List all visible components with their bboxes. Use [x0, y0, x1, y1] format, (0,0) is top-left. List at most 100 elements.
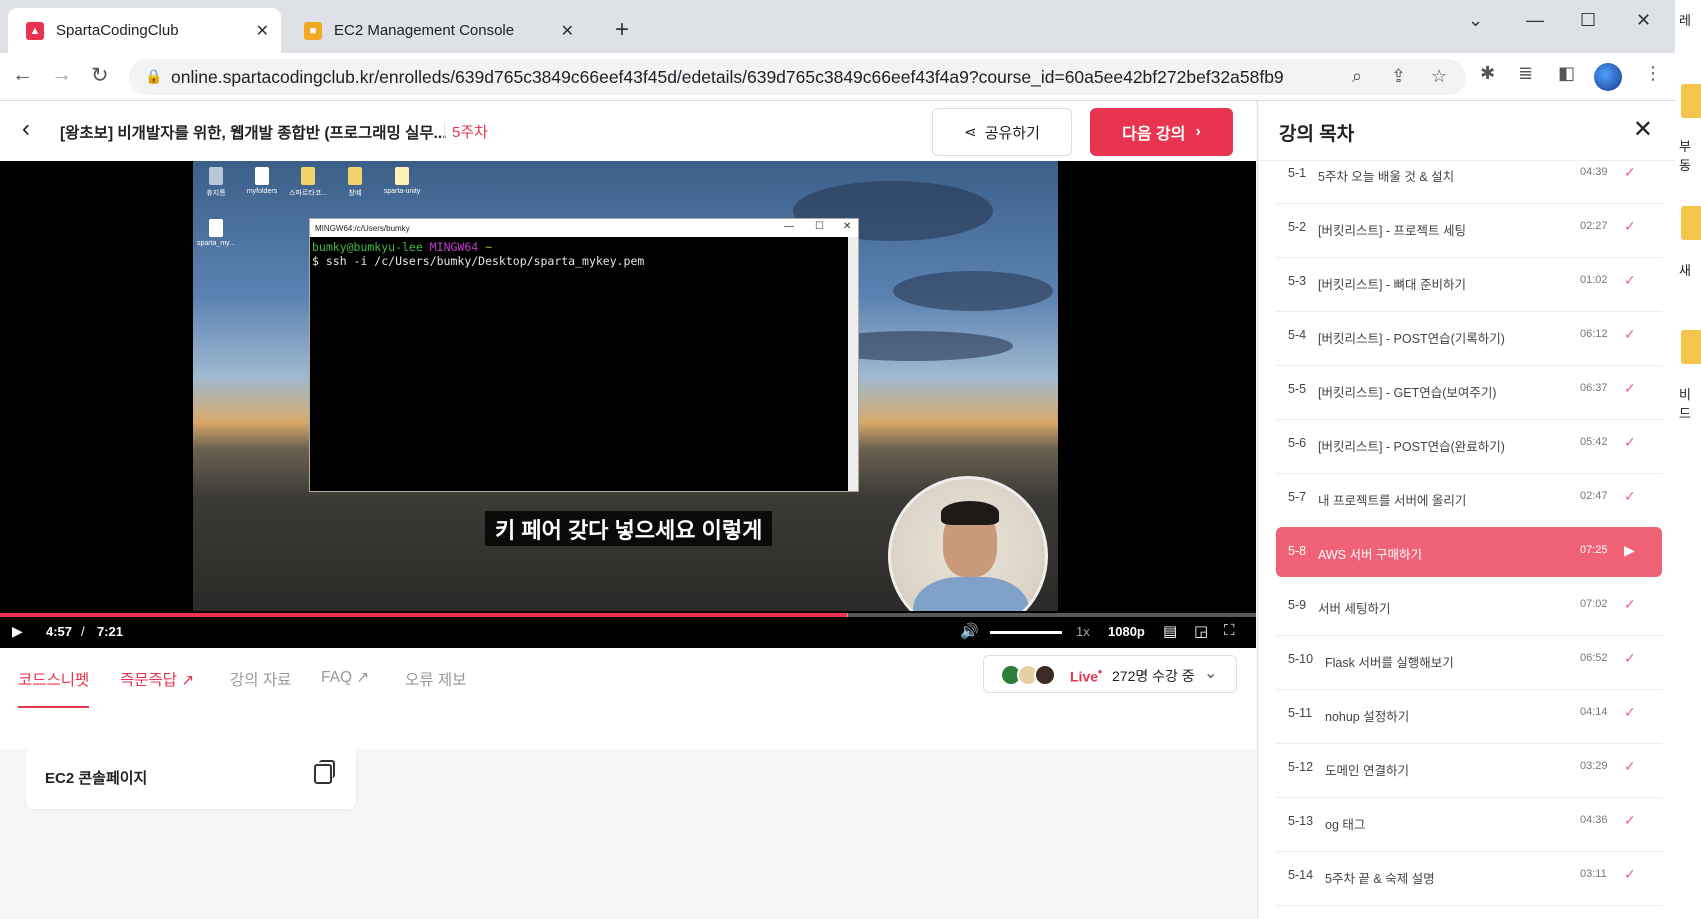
- volume-icon[interactable]: 🔊: [960, 622, 979, 640]
- desktop-edge-label: 비드: [1679, 387, 1691, 421]
- menu-kebab-icon[interactable]: ⋮: [1644, 63, 1662, 84]
- back-chevron-icon[interactable]: ‹: [22, 115, 30, 143]
- zoom-icon[interactable]: ⌕: [1352, 66, 1362, 87]
- sidebar-title: 강의 목차: [1279, 124, 1355, 145]
- terminal-output: bumky@bumkyu-lee MINGW64 ~ $ ssh -i /c/U…: [312, 240, 645, 268]
- week-label: 5주차: [452, 124, 488, 141]
- folder-icon: [1681, 84, 1701, 118]
- tab-code-snippet[interactable]: 코드스니펫: [18, 668, 90, 708]
- next-lecture-button[interactable]: 다음 강의 ›: [1090, 108, 1233, 156]
- lecture-title: 5주차 오늘 배울 것 & 설치: [1318, 170, 1455, 184]
- chevron-right-icon: ›: [1195, 123, 1201, 140]
- tab-title: SpartaCodingClub: [56, 22, 179, 39]
- extensions-icon[interactable]: ✱: [1480, 63, 1495, 84]
- lecture-item[interactable]: 5-11 nohup 설정하기 04:14 ✓: [1276, 689, 1662, 739]
- tab-qna[interactable]: 즉문즉답 ↗: [120, 668, 194, 690]
- lecture-item[interactable]: 5-9 서버 세팅하기 07:02 ✓: [1276, 581, 1662, 631]
- lecture-item[interactable]: 5-12 도메인 연결하기 03:29 ✓: [1276, 743, 1662, 793]
- tab-spartacodingclub[interactable]: ▲ SpartaCodingClub ✕: [8, 8, 281, 53]
- checkmark-icon: ✓: [1624, 164, 1636, 180]
- lecture-number: 5-9: [1288, 598, 1307, 612]
- fullscreen-icon[interactable]: ⛶: [1224, 622, 1235, 639]
- lecture-duration: 04:36: [1580, 814, 1608, 826]
- lecture-duration: 06:12: [1580, 328, 1608, 340]
- terminal-maximize-icon: ☐: [815, 221, 824, 232]
- played-bar: [0, 613, 847, 617]
- lecture-item[interactable]: 5-6 [버킷리스트] - POST연습(완료하기) 05:42 ✓: [1276, 419, 1662, 469]
- cloud-shape: [893, 271, 1053, 311]
- share-page-icon[interactable]: ⇪: [1391, 66, 1406, 87]
- external-link-icon: ↗: [356, 669, 370, 686]
- forward-icon[interactable]: →: [51, 63, 72, 87]
- lecture-duration: 05:42: [1580, 436, 1608, 448]
- lecture-item[interactable]: 5-8 AWS 서버 구매하기 07:25 ▶: [1276, 527, 1662, 577]
- maximize-button[interactable]: ☐: [1580, 10, 1596, 31]
- tab-search-icon[interactable]: ⌄: [1468, 10, 1483, 31]
- live-label: Live•: [1070, 666, 1103, 685]
- url-text[interactable]: online.spartacodingclub.kr/enrolleds/639…: [171, 67, 1284, 88]
- reload-icon[interactable]: ↻: [91, 63, 109, 88]
- play-icon[interactable]: ▶: [12, 623, 23, 640]
- checkmark-icon: ✓: [1624, 488, 1636, 504]
- copy-icon[interactable]: [314, 760, 335, 784]
- picture-in-picture-icon[interactable]: ◲: [1194, 622, 1208, 640]
- checkmark-icon: ✓: [1624, 434, 1636, 450]
- close-window-button[interactable]: ✕: [1636, 10, 1651, 31]
- lecture-item[interactable]: 5-4 [버킷리스트] - POST연습(기록하기) 06:12 ✓: [1276, 311, 1662, 361]
- lock-icon: 🔒: [145, 68, 163, 84]
- desktop-icon-sparta: 스파르타코...: [288, 167, 328, 198]
- terminal-window: MINGW64:/c/Users/bumky — ☐ ✕ bumky@bumky…: [309, 218, 859, 492]
- desktop-edge-label: 새: [1679, 263, 1691, 278]
- live-viewers-dropdown[interactable]: Live• 272명 수강 중 ⌄: [983, 655, 1237, 693]
- next-label: 다음 강의: [1122, 126, 1186, 143]
- video-progress-bar[interactable]: [0, 613, 1256, 617]
- lecture-item[interactable]: 5-14 5주차 끝 & 숙제 설명 03:11 ✓: [1276, 851, 1662, 901]
- close-sidebar-icon[interactable]: ✕: [1633, 115, 1653, 144]
- lecture-item[interactable]: 5-10 Flask 서버를 실행해보기 06:52 ✓: [1276, 635, 1662, 685]
- tab-ec2-console[interactable]: ■ EC2 Management Console ✕: [286, 8, 586, 53]
- share-button[interactable]: ⋖ 공유하기: [932, 108, 1072, 156]
- quality-button[interactable]: 1080p: [1108, 624, 1145, 639]
- tab-bug-report[interactable]: 오류 제보: [405, 668, 466, 690]
- lecture-item[interactable]: 5-5 [버킷리스트] - GET연습(보여주기) 06:37 ✓: [1276, 365, 1662, 415]
- lecture-item[interactable]: 5-2 [버킷리스트] - 프로젝트 세팅 02:27 ✓: [1276, 203, 1662, 253]
- close-tab-icon[interactable]: ✕: [561, 21, 574, 41]
- recycle-bin-icon: [209, 167, 223, 185]
- lecture-number: 5-14: [1288, 868, 1314, 882]
- snippet-card[interactable]: EC2 콘솔페이지: [26, 745, 356, 809]
- lecture-item[interactable]: 5-1 5주차 오늘 배울 것 & 설치 04:39 ✓: [1276, 149, 1662, 199]
- lecture-item[interactable]: 5-3 [버킷리스트] - 뼈대 준비하기 01:02 ✓: [1276, 257, 1662, 307]
- terminal-title: MINGW64:/c/Users/bumky: [315, 223, 410, 233]
- close-tab-icon[interactable]: ✕: [256, 21, 269, 41]
- lecture-number: 5-3: [1288, 274, 1307, 288]
- checkmark-icon: ✓: [1624, 596, 1636, 612]
- lecture-header: ‹ [왕초보] 비개발자를 위한, 웹개발 종합반 (프로그래밍 실무... 5…: [0, 101, 1256, 161]
- tab-materials[interactable]: 강의 자료: [230, 668, 291, 690]
- checkmark-icon: ✓: [1624, 218, 1636, 234]
- snippet-title: EC2 콘솔페이지: [45, 770, 148, 787]
- bookmark-star-icon[interactable]: ☆: [1431, 66, 1447, 87]
- tab-faq[interactable]: FAQ ↗: [321, 668, 369, 687]
- speed-button[interactable]: 1x: [1076, 624, 1090, 639]
- file-icon: [255, 167, 269, 185]
- lecture-title: AWS 서버 구매하기: [1318, 548, 1422, 562]
- external-link-icon: ↗: [181, 672, 195, 689]
- sparta-logo-icon: ▲: [26, 21, 44, 40]
- reading-list-icon[interactable]: ≣: [1518, 63, 1533, 84]
- minimize-button[interactable]: —: [1526, 10, 1544, 31]
- video-controls: ▶ 4:57 / 7:21 🔊 1x 1080p ▤ ◲ ⛶: [0, 619, 1256, 647]
- lecture-item[interactable]: 5-7 내 프로젝트를 서버에 올리기 02:47 ✓: [1276, 473, 1662, 523]
- profile-avatar[interactable]: [1594, 63, 1622, 91]
- lecture-title: [버킷리스트] - 프로젝트 세팅: [1318, 224, 1467, 238]
- lecture-item[interactable]: 5-13 og 태그 04:36 ✓: [1276, 797, 1662, 847]
- side-panel-icon[interactable]: ◧: [1558, 63, 1575, 84]
- lecture-number: 5-10: [1288, 652, 1314, 666]
- captions-icon[interactable]: ▤: [1163, 622, 1177, 640]
- video-player[interactable]: 휴지통 myfolders 스파르타코... 창예 sparta-unity s…: [0, 161, 1256, 648]
- checkmark-icon: ✓: [1624, 866, 1636, 882]
- video-subtitle: 키 페어 갖다 넣으세요 이렇게: [485, 511, 773, 546]
- back-icon[interactable]: ←: [12, 63, 33, 87]
- volume-slider[interactable]: [990, 631, 1062, 634]
- address-bar[interactable]: 🔒 online.spartacodingclub.kr/enrolleds/6…: [129, 59, 1466, 95]
- new-tab-button[interactable]: +: [615, 16, 629, 44]
